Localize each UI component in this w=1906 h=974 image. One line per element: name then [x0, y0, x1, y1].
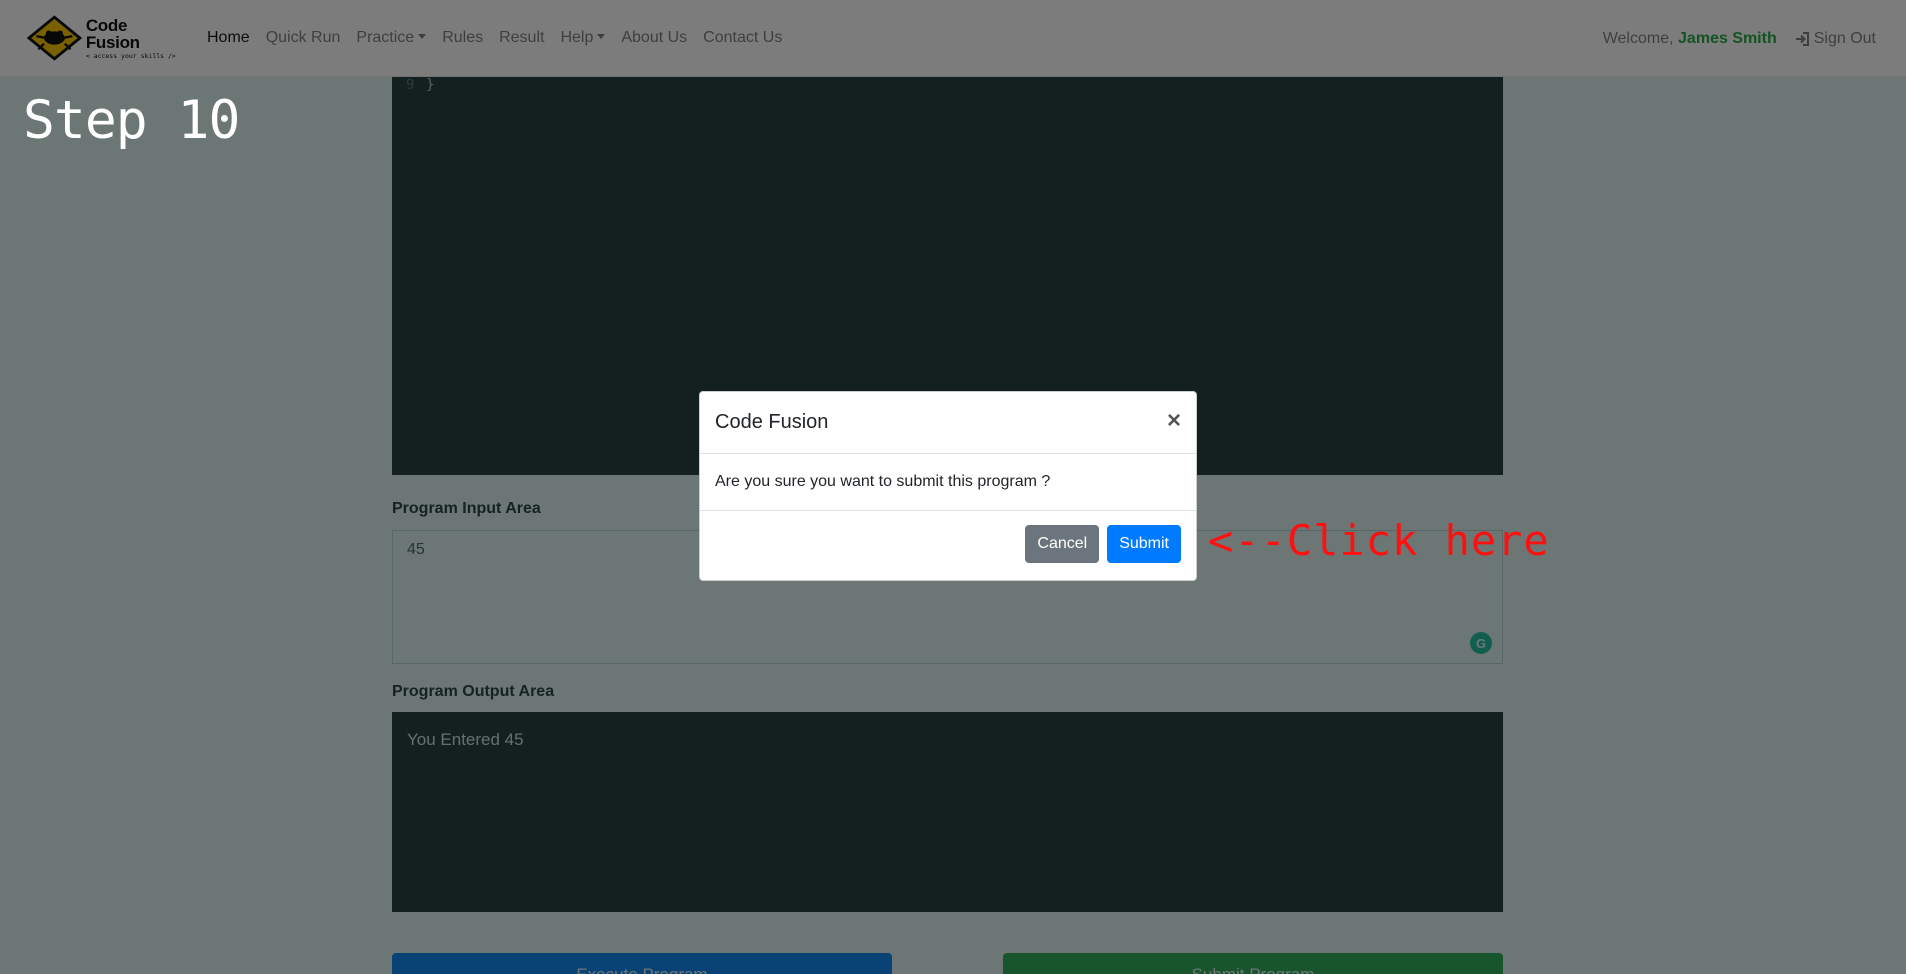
- cancel-button[interactable]: Cancel: [1025, 525, 1100, 563]
- step-label: Step 10: [23, 90, 240, 151]
- modal-message: Are you sure you want to submit this pro…: [715, 473, 1051, 490]
- modal-footer: Cancel Submit: [700, 511, 1196, 577]
- close-icon[interactable]: ×: [1167, 408, 1181, 433]
- modal-body: Are you sure you want to submit this pro…: [700, 454, 1196, 511]
- modal-title: Code Fusion: [715, 411, 829, 433]
- submit-button[interactable]: Submit: [1107, 525, 1181, 563]
- modal-header: Code Fusion ×: [700, 392, 1196, 454]
- click-here-hint: <--Click here: [1208, 516, 1550, 565]
- confirm-submit-modal: Code Fusion × Are you sure you want to s…: [699, 391, 1197, 581]
